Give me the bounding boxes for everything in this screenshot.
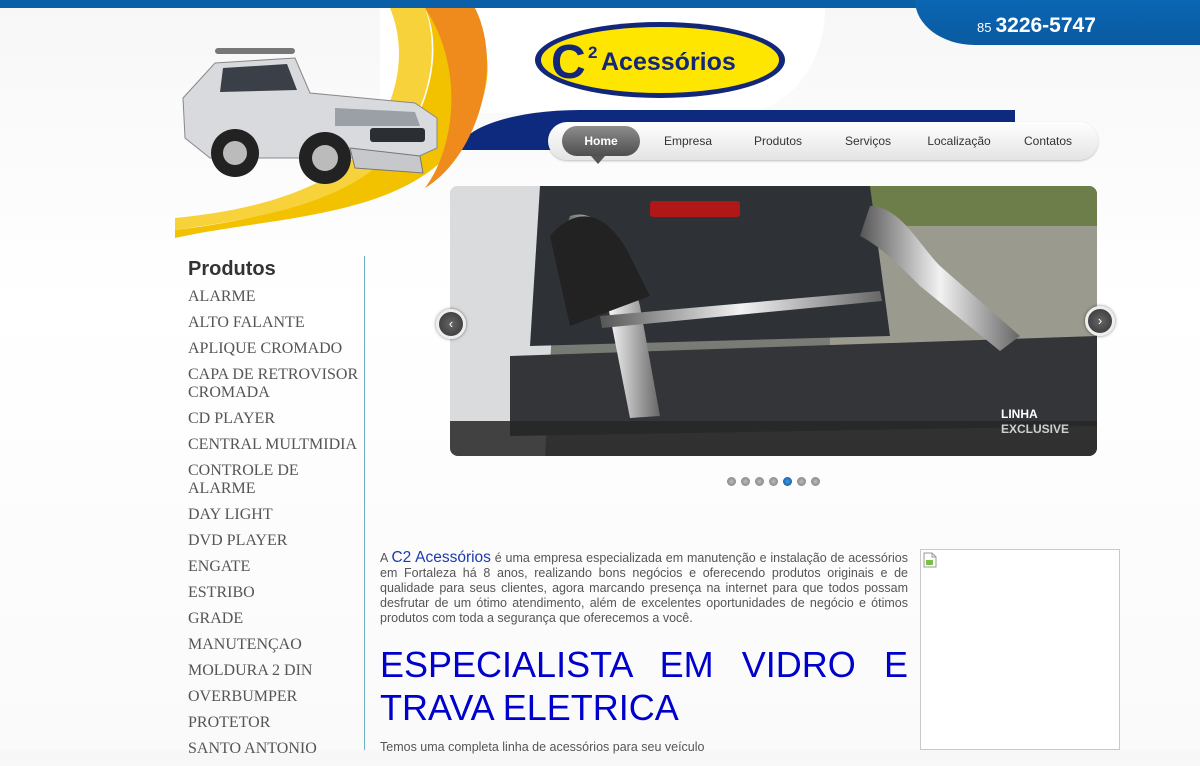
logo-word: Acessórios [601, 48, 736, 76]
sidebar-item-grade[interactable]: GRADE [188, 610, 364, 628]
nav-home[interactable]: Home [562, 126, 640, 156]
sidebar-item-protetor[interactable]: PROTETOR [188, 714, 364, 732]
nav-localizacao[interactable]: Localização [918, 122, 1000, 160]
slider-next-button[interactable]: › [1085, 306, 1115, 336]
sidebar-item-overbumper[interactable]: OVERBUMPER [188, 688, 364, 706]
intro-prefix: A [380, 551, 392, 565]
slider-dot-2[interactable] [741, 477, 750, 486]
phone-digits: 3226-5747 [995, 14, 1096, 37]
logo-superscript: 2 [588, 43, 597, 62]
sidebar-item-estribo[interactable]: ESTRIBO [188, 584, 364, 602]
nav-contatos[interactable]: Contatos [1008, 122, 1088, 160]
sidebar-item-day-light[interactable]: DAY LIGHT [188, 506, 364, 524]
sidebar-item-engate[interactable]: ENGATE [188, 558, 364, 576]
sidebar-item-santo-antonio[interactable]: SANTO ANTONIO [188, 740, 364, 758]
header-car-banner [175, 8, 495, 238]
sidebar-item-central-multmidia[interactable]: CENTRAL MULTMIDIA [188, 436, 364, 454]
sidebar-item-cd-player[interactable]: CD PLAYER [188, 410, 364, 428]
sidebar-item-alto-falante[interactable]: ALTO FALANTE [188, 314, 364, 332]
more-text: Temos uma completa linha de acessórios p… [380, 740, 705, 754]
slider-caption-line2: EXCLUSIVE [1001, 422, 1069, 436]
headline: ESPECIALISTA EM VIDRO E TRAVA ELETRICA [380, 644, 908, 728]
products-list: ALARME ALTO FALANTE APLIQUE CROMADO CAPA… [188, 288, 364, 758]
sidebar-item-moldura-2-din[interactable]: MOLDURA 2 DIN [188, 662, 364, 680]
slider-caption-line1: LINHA [1001, 407, 1038, 421]
slider-dot-5[interactable] [783, 477, 792, 486]
nav-empresa[interactable]: Empresa [648, 122, 728, 160]
sidebar-item-capa-retrovisor[interactable]: CAPA DE RETROVISOR CROMADA [188, 366, 364, 402]
phone-area-code: 85 [977, 20, 992, 35]
side-image-placeholder [920, 549, 1120, 750]
nav-servicos[interactable]: Serviços [828, 122, 908, 160]
site-logo[interactable]: C 2 Acessórios [533, 20, 787, 100]
broken-image-icon [923, 552, 937, 568]
nav-active-pointer [591, 156, 605, 164]
slider-pagination [727, 473, 825, 491]
phone-number: 85 3226-5747 [977, 14, 1096, 38]
intro-paragraph: A C2 Acessórios é uma empresa especializ… [380, 550, 908, 626]
intro-brand: C2 Acessórios [391, 549, 491, 566]
sidebar-item-aplique-cromado[interactable]: APLIQUE CROMADO [188, 340, 364, 358]
sidebar-item-manutencao[interactable]: MANUTENÇAO [188, 636, 364, 654]
sidebar-item-controle-alarme[interactable]: CONTROLE DE ALARME [188, 462, 364, 498]
nav-produtos[interactable]: Produtos [738, 122, 818, 160]
slider-dot-1[interactable] [727, 477, 736, 486]
logo-letter: C [551, 36, 586, 89]
slider-dot-6[interactable] [797, 477, 806, 486]
slider-prev-button[interactable]: ‹ [436, 309, 466, 339]
products-sidebar: Produtos ALARME ALTO FALANTE APLIQUE CRO… [188, 258, 364, 766]
main-nav: Home Empresa Produtos Serviços Localizaç… [548, 122, 1098, 160]
sidebar-title: Produtos [188, 258, 276, 280]
slider-dot-4[interactable] [769, 477, 778, 486]
sidebar-item-dvd-player[interactable]: DVD PLAYER [188, 532, 364, 550]
slider-dot-3[interactable] [755, 477, 764, 486]
sidebar-divider [364, 256, 365, 750]
image-slider[interactable]: LINHA EXCLUSIVE [450, 186, 1097, 456]
sidebar-item-alarme[interactable]: ALARME [188, 288, 364, 306]
slider-dot-7[interactable] [811, 477, 820, 486]
